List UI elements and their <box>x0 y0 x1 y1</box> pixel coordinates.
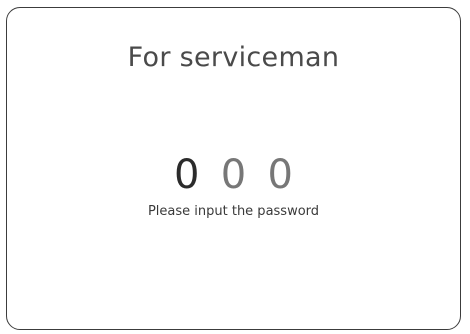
password-digit-3[interactable]: 0 <box>263 153 297 197</box>
password-digit-entry[interactable]: 0 0 0 <box>7 153 460 197</box>
password-digit-1[interactable]: 0 <box>170 153 204 197</box>
password-digit-2[interactable]: 0 <box>217 153 251 197</box>
service-password-panel: For serviceman 0 0 0 Please input the pa… <box>6 7 461 330</box>
password-hint: Please input the password <box>147 204 320 219</box>
panel-title: For serviceman <box>127 42 340 73</box>
